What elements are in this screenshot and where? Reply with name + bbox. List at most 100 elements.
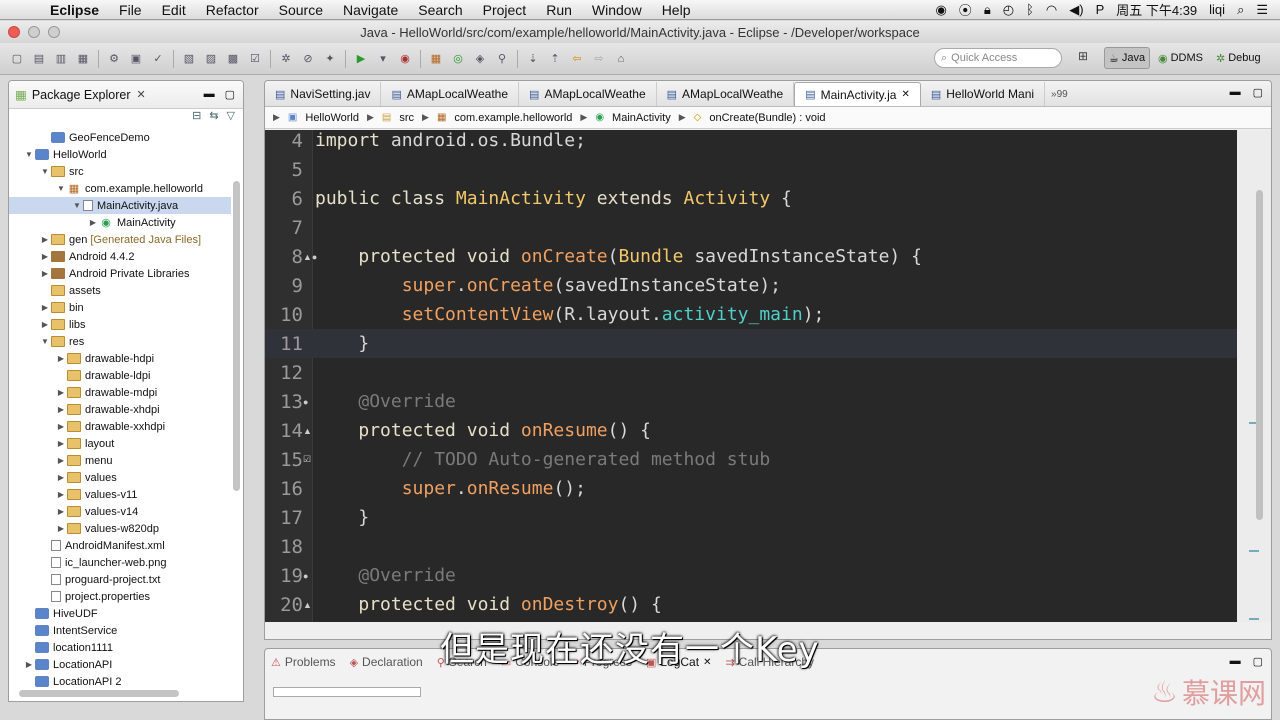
print-icon[interactable]: ▦: [74, 50, 92, 68]
tree-item[interactable]: ic_launcher-web.png: [9, 554, 231, 571]
close-tab-icon[interactable]: ✕: [901, 89, 909, 100]
menu-search[interactable]: Search: [408, 2, 472, 18]
package-explorer-title[interactable]: Package Explorer: [32, 88, 131, 102]
back-icon[interactable]: ⇦: [568, 50, 586, 68]
collapsed-arrow-icon[interactable]: ▶: [55, 354, 67, 363]
window-minimize-button[interactable]: [28, 26, 40, 38]
expanded-arrow-icon[interactable]: ▼: [23, 150, 35, 159]
ruler-marker[interactable]: [1249, 618, 1259, 620]
code-line-15[interactable]: // TODO Auto-generated method stub: [315, 449, 770, 470]
tree-item[interactable]: LocationAPI 2: [9, 673, 231, 690]
open-type-icon[interactable]: ◈: [471, 50, 489, 68]
run-dropdown-icon[interactable]: ▾: [374, 50, 392, 68]
record-icon[interactable]: ⦿: [959, 0, 972, 19]
code-line-20[interactable]: protected void onDestroy() {: [315, 594, 661, 615]
menubar-user[interactable]: liqi: [1209, 2, 1225, 17]
expanded-arrow-icon[interactable]: ▼: [39, 337, 51, 346]
menu-help[interactable]: Help: [652, 2, 701, 18]
editor-tab[interactable]: ▤ AMapLocalWeathe: [657, 82, 795, 106]
window-zoom-button[interactable]: [48, 26, 60, 38]
input-method-icon[interactable]: P: [1096, 2, 1105, 17]
close-view-icon[interactable]: ✕: [136, 88, 145, 101]
logcat-filter-field[interactable]: [273, 687, 421, 697]
menu-window[interactable]: Window: [582, 2, 652, 18]
tree-item[interactable]: ▼ res: [9, 333, 231, 350]
notification-center-icon[interactable]: ☰: [1256, 2, 1268, 18]
new-icon[interactable]: ▢: [8, 50, 26, 68]
gutter-marker-icon[interactable]: ▲: [303, 600, 312, 610]
code-line-6[interactable]: public class MainActivity extends Activi…: [315, 188, 792, 209]
code-editor[interactable]: 4 5 6 7 8 ▲● 9 10 11 12 13 ● 14 ▲ 15 ☑ 16 17 18 19 ● 20 ▲ impo…: [265, 130, 1239, 622]
collapsed-arrow-icon[interactable]: ▶: [55, 524, 67, 533]
menu-edit[interactable]: Edit: [152, 2, 196, 18]
tree-item[interactable]: proguard-project.txt: [9, 571, 231, 588]
collapsed-arrow-icon[interactable]: ▶: [87, 218, 99, 227]
new-java-package-icon[interactable]: ▦: [427, 50, 445, 68]
tree-item[interactable]: ▶ values: [9, 469, 231, 486]
tree-item[interactable]: ▼ ▦ com.example.helloworld: [9, 180, 231, 197]
next-annotation-icon[interactable]: ⇣: [524, 50, 542, 68]
tree-item[interactable]: GeoFenceDemo: [9, 129, 231, 146]
new-java-class-icon[interactable]: ◎: [449, 50, 467, 68]
tree-item[interactable]: project.properties: [9, 588, 231, 605]
code-line-10[interactable]: setContentView(R.layout.activity_main);: [315, 304, 825, 325]
menu-source[interactable]: Source: [269, 2, 333, 18]
maximize-view-icon[interactable]: ▢: [225, 88, 235, 101]
tree-item[interactable]: IntentService: [9, 622, 231, 639]
new-android-project-icon[interactable]: ▧: [180, 50, 198, 68]
new-xml-file-icon[interactable]: ▩: [224, 50, 242, 68]
gutter-marker-icon[interactable]: ●: [303, 397, 308, 407]
tree-item[interactable]: ▶ Android Private Libraries: [9, 265, 231, 282]
bottom-tab[interactable]: ◈ Declaration: [350, 655, 423, 669]
package-explorer-horizontal-scrollbar[interactable]: [19, 690, 179, 697]
search-icon[interactable]: ⚲: [493, 50, 511, 68]
menu-app-eclipse[interactable]: Eclipse: [40, 2, 109, 18]
code-line-8[interactable]: protected void onCreate(Bundle savedInst…: [315, 246, 922, 267]
pin-editor-icon[interactable]: ⌂: [612, 50, 630, 68]
collapsed-arrow-icon[interactable]: ▶: [39, 303, 51, 312]
menu-project[interactable]: Project: [473, 2, 537, 18]
tree-item[interactable]: drawable-ldpi: [9, 367, 231, 384]
wifi-icon[interactable]: ◠: [1046, 2, 1057, 18]
tree-item[interactable]: ▶ values-w820dp: [9, 520, 231, 537]
perspective-ddms-button[interactable]: ◉ DDMS: [1154, 47, 1207, 69]
avd-manager-icon[interactable]: ▣: [127, 50, 145, 68]
breadcrumb-method[interactable]: onCreate(Bundle) : void: [709, 112, 825, 124]
view-menu-icon[interactable]: ▽: [227, 109, 235, 129]
editor-tab[interactable]: ▤ MainActivity.ja ✕: [794, 82, 921, 106]
tree-item[interactable]: ▼ HelloWorld: [9, 146, 231, 163]
breadcrumb-package[interactable]: com.example.helloworld: [454, 112, 572, 124]
code-line-14[interactable]: protected void onResume() {: [315, 420, 651, 441]
save-all-icon[interactable]: ▥: [52, 50, 70, 68]
menu-navigate[interactable]: Navigate: [333, 2, 408, 18]
tree-item[interactable]: ▶ values-v11: [9, 486, 231, 503]
code-line-11[interactable]: }: [315, 333, 369, 354]
tree-item[interactable]: ▶ bin: [9, 299, 231, 316]
skip-breakpoints-icon[interactable]: ⊘: [299, 50, 317, 68]
android-sdk-manager-icon[interactable]: ⚙: [105, 50, 123, 68]
ruler-marker[interactable]: [1249, 550, 1259, 552]
breadcrumb-class[interactable]: MainActivity: [612, 112, 671, 124]
code-line-13[interactable]: @Override: [315, 391, 456, 412]
minimize-bottom-icon[interactable]: ▬: [1230, 655, 1241, 668]
editor-vertical-scrollbar[interactable]: [1256, 190, 1263, 520]
link-with-editor-icon[interactable]: ⇆: [209, 109, 218, 129]
breadcrumb-project[interactable]: HelloWorld: [305, 112, 359, 124]
menu-refactor[interactable]: Refactor: [196, 2, 269, 18]
quick-access-field[interactable]: ⌕ Quick Access: [934, 48, 1062, 68]
debug-icon[interactable]: ✲: [277, 50, 295, 68]
tree-item[interactable]: ▶ menu: [9, 452, 231, 469]
tree-item[interactable]: ▼ MainActivity.java: [9, 197, 231, 214]
collapsed-arrow-icon[interactable]: ▶: [55, 405, 67, 414]
volume-icon[interactable]: ◀︎): [1069, 2, 1083, 18]
tree-item[interactable]: ▶ libs: [9, 316, 231, 333]
bottom-tab[interactable]: ⚠ Problems: [271, 655, 336, 669]
breadcrumb-src[interactable]: src: [399, 112, 414, 124]
lock-icon[interactable]: 🔒︎: [984, 2, 991, 18]
maximize-bottom-icon[interactable]: ▢: [1253, 655, 1263, 668]
tree-item[interactable]: location1111: [9, 639, 231, 656]
collapsed-arrow-icon[interactable]: ▶: [39, 269, 51, 278]
tree-item[interactable]: ▶ drawable-mdpi: [9, 384, 231, 401]
collapsed-arrow-icon[interactable]: ▶: [39, 235, 51, 244]
checklist-icon[interactable]: ☑: [246, 50, 264, 68]
